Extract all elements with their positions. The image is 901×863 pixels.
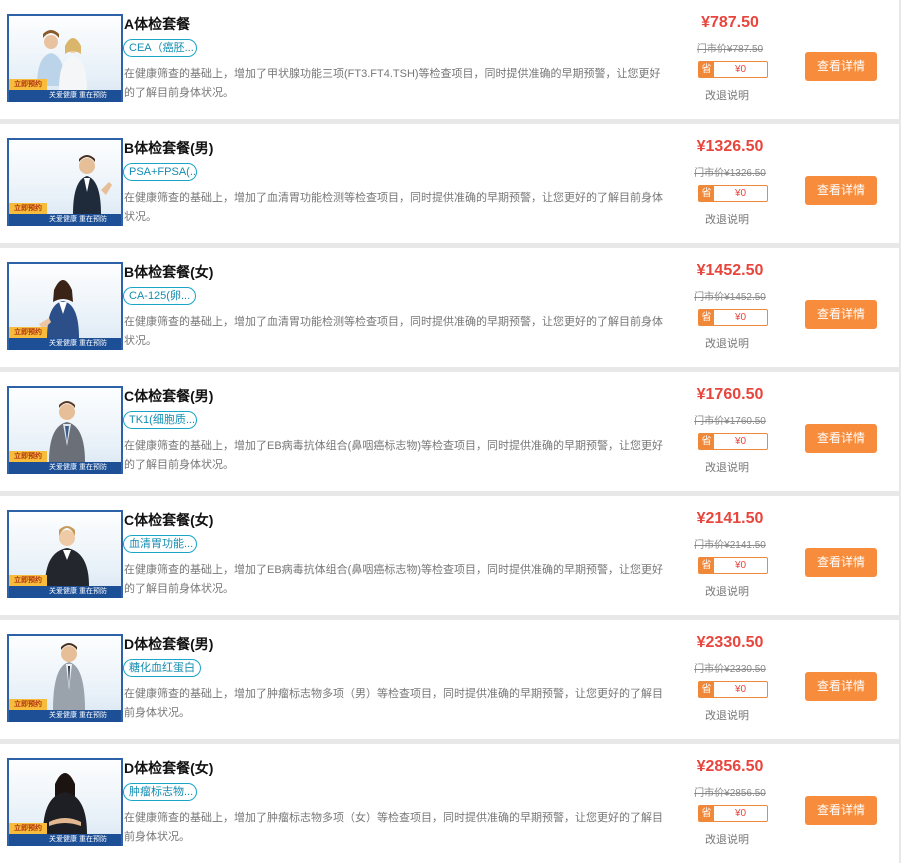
package-list: 立即预约 关爱健康 重在预防 A体检套餐 CEA（癌胚... 在健康筛查的基础上… <box>0 0 901 863</box>
package-price: ¥787.50 <box>701 14 759 31</box>
book-now-badge: 立即预约 <box>9 823 47 834</box>
slogan-text: 关爱健康 重在预防 <box>49 216 107 223</box>
book-now-badge: 立即预约 <box>9 575 47 586</box>
book-now-badge: 立即预约 <box>9 79 47 90</box>
package-card: 立即预约 关爱健康 重在预防 D体检套餐(女) 肿瘤标志物... 在健康筛查的基… <box>0 744 900 863</box>
package-title[interactable]: C体检套餐(男) <box>124 386 213 406</box>
refund-policy-link[interactable]: 改退说明 <box>660 707 794 723</box>
book-now-badge: 立即预约 <box>9 327 47 338</box>
package-description: 在健康筛查的基础上，增加了EB病毒抗体组合(鼻咽癌标志物)等检查项目，同时提供准… <box>124 564 663 595</box>
original-price: 门市价¥2856.50 <box>694 788 766 799</box>
book-now-badge: 立即预约 <box>9 203 47 214</box>
save-icon: 省 <box>699 682 714 697</box>
package-price: ¥2330.50 <box>696 634 764 651</box>
coupon-value: ¥0 <box>734 64 747 75</box>
package-image[interactable]: 立即预约 关爱健康 重在预防 <box>7 634 123 722</box>
original-price: 门市价¥1760.50 <box>694 416 766 427</box>
package-description: 在健康筛查的基础上，增加了肿瘤标志物多项（女）等检查项目，同时提供准确的早期预警… <box>124 812 663 843</box>
view-details-button[interactable]: 查看详情 <box>805 52 877 81</box>
package-image[interactable]: 立即预约 关爱健康 重在预防 <box>7 386 123 474</box>
coupon-box: 省 ¥0 <box>698 185 768 202</box>
save-icon: 省 <box>699 186 714 201</box>
coupon-box: 省 ¥0 <box>698 557 768 574</box>
original-price: 门市价¥787.50 <box>696 44 764 55</box>
refund-policy-link[interactable]: 改退说明 <box>660 459 794 475</box>
book-now-badge: 立即预约 <box>9 699 47 710</box>
coupon-box: 省 ¥0 <box>698 309 768 326</box>
package-title[interactable]: D体检套餐(男) <box>124 634 213 654</box>
package-card: 立即预约 关爱健康 重在预防 C体检套餐(女) 血清胃功能... 在健康筛查的基… <box>0 496 900 615</box>
package-tag: 糖化血红蛋白 <box>123 659 201 677</box>
package-price: ¥2141.50 <box>696 510 764 527</box>
package-title[interactable]: D体检套餐(女) <box>124 758 213 778</box>
coupon-box: 省 ¥0 <box>698 61 768 78</box>
refund-policy-link[interactable]: 改退说明 <box>660 583 794 599</box>
slogan-text: 关爱健康 重在预防 <box>49 92 107 99</box>
package-image[interactable]: 立即预约 关爱健康 重在预防 <box>7 758 123 846</box>
coupon-box: 省 ¥0 <box>698 805 768 822</box>
package-description: 在健康筛查的基础上，增加了肿瘤标志物多项（男）等检查项目，同时提供准确的早期预警… <box>124 688 663 719</box>
package-description: 在健康筛查的基础上，增加了血清胃功能检测等检查项目，同时提供准确的早期预警，让您… <box>124 316 663 347</box>
original-price: 门市价¥1452.50 <box>694 292 766 303</box>
package-price: ¥1760.50 <box>696 386 764 403</box>
original-price: 门市价¥1326.50 <box>694 168 766 179</box>
package-card: 立即预约 关爱健康 重在预防 B体检套餐(男) PSA+FPSA(... 在健康… <box>0 124 900 243</box>
package-title[interactable]: B体检套餐(男) <box>124 138 213 158</box>
package-card: 立即预约 关爱健康 重在预防 A体检套餐 CEA（癌胚... 在健康筛查的基础上… <box>0 0 900 119</box>
package-image[interactable]: 立即预约 关爱健康 重在预防 <box>7 510 123 598</box>
package-price: ¥2856.50 <box>696 758 764 775</box>
coupon-value: ¥0 <box>734 684 747 695</box>
package-title[interactable]: C体检套餐(女) <box>124 510 213 530</box>
package-description: 在健康筛查的基础上，增加了EB病毒抗体组合(鼻咽癌标志物)等检查项目，同时提供准… <box>124 440 663 471</box>
package-image[interactable]: 立即预约 关爱健康 重在预防 <box>7 262 123 350</box>
view-details-button[interactable]: 查看详情 <box>805 300 877 329</box>
coupon-box: 省 ¥0 <box>698 433 768 450</box>
package-card: 立即预约 关爱健康 重在预防 D体检套餐(男) 糖化血红蛋白 在健康筛查的基础上… <box>0 620 900 739</box>
slogan-text: 关爱健康 重在预防 <box>49 340 107 347</box>
refund-policy-link[interactable]: 改退说明 <box>660 831 794 847</box>
original-price: 门市价¥2330.50 <box>694 664 766 675</box>
save-icon: 省 <box>699 310 714 325</box>
refund-policy-link[interactable]: 改退说明 <box>660 87 794 103</box>
package-card: 立即预约 关爱健康 重在预防 C体检套餐(男) TK1(细胞质... 在健康筛查… <box>0 372 900 491</box>
package-tag: 血清胃功能... <box>123 535 197 553</box>
package-tag: 肿瘤标志物... <box>123 783 197 801</box>
coupon-value: ¥0 <box>734 808 747 819</box>
coupon-box: 省 ¥0 <box>698 681 768 698</box>
view-details-button[interactable]: 查看详情 <box>805 548 877 577</box>
save-icon: 省 <box>699 558 714 573</box>
package-price: ¥1452.50 <box>696 262 764 279</box>
package-tag: TK1(细胞质... <box>123 411 197 429</box>
package-title[interactable]: A体检套餐 <box>124 14 190 34</box>
save-icon: 省 <box>699 434 714 449</box>
coupon-value: ¥0 <box>734 188 747 199</box>
refund-policy-link[interactable]: 改退说明 <box>660 335 794 351</box>
package-description: 在健康筛查的基础上，增加了血清胃功能检测等检查项目，同时提供准确的早期预警，让您… <box>124 192 663 223</box>
book-now-badge: 立即预约 <box>9 451 47 462</box>
original-price: 门市价¥2141.50 <box>694 540 766 551</box>
save-icon: 省 <box>699 62 714 77</box>
package-tag: CEA（癌胚... <box>123 39 197 57</box>
view-details-button[interactable]: 查看详情 <box>805 424 877 453</box>
view-details-button[interactable]: 查看详情 <box>805 796 877 825</box>
slogan-text: 关爱健康 重在预防 <box>49 588 107 595</box>
package-tag: PSA+FPSA(... <box>123 163 197 181</box>
view-details-button[interactable]: 查看详情 <box>805 176 877 205</box>
coupon-value: ¥0 <box>734 436 747 447</box>
slogan-text: 关爱健康 重在预防 <box>49 464 107 471</box>
package-tag: CA-125(卵... <box>123 287 197 305</box>
package-price: ¥1326.50 <box>696 138 764 155</box>
save-icon: 省 <box>699 806 714 821</box>
refund-policy-link[interactable]: 改退说明 <box>660 211 794 227</box>
slogan-text: 关爱健康 重在预防 <box>49 712 107 719</box>
view-details-button[interactable]: 查看详情 <box>805 672 877 701</box>
coupon-value: ¥0 <box>734 312 747 323</box>
package-image[interactable]: 立即预约 关爱健康 重在预防 <box>7 138 123 226</box>
package-card: 立即预约 关爱健康 重在预防 B体检套餐(女) CA-125(卵... 在健康筛… <box>0 248 900 367</box>
package-image[interactable]: 立即预约 关爱健康 重在预防 <box>7 14 123 102</box>
slogan-text: 关爱健康 重在预防 <box>49 836 107 843</box>
package-title[interactable]: B体检套餐(女) <box>124 262 213 282</box>
package-description: 在健康筛查的基础上，增加了甲状腺功能三项(FT3.FT4.TSH)等检查项目，同… <box>124 68 661 99</box>
coupon-value: ¥0 <box>734 560 747 571</box>
